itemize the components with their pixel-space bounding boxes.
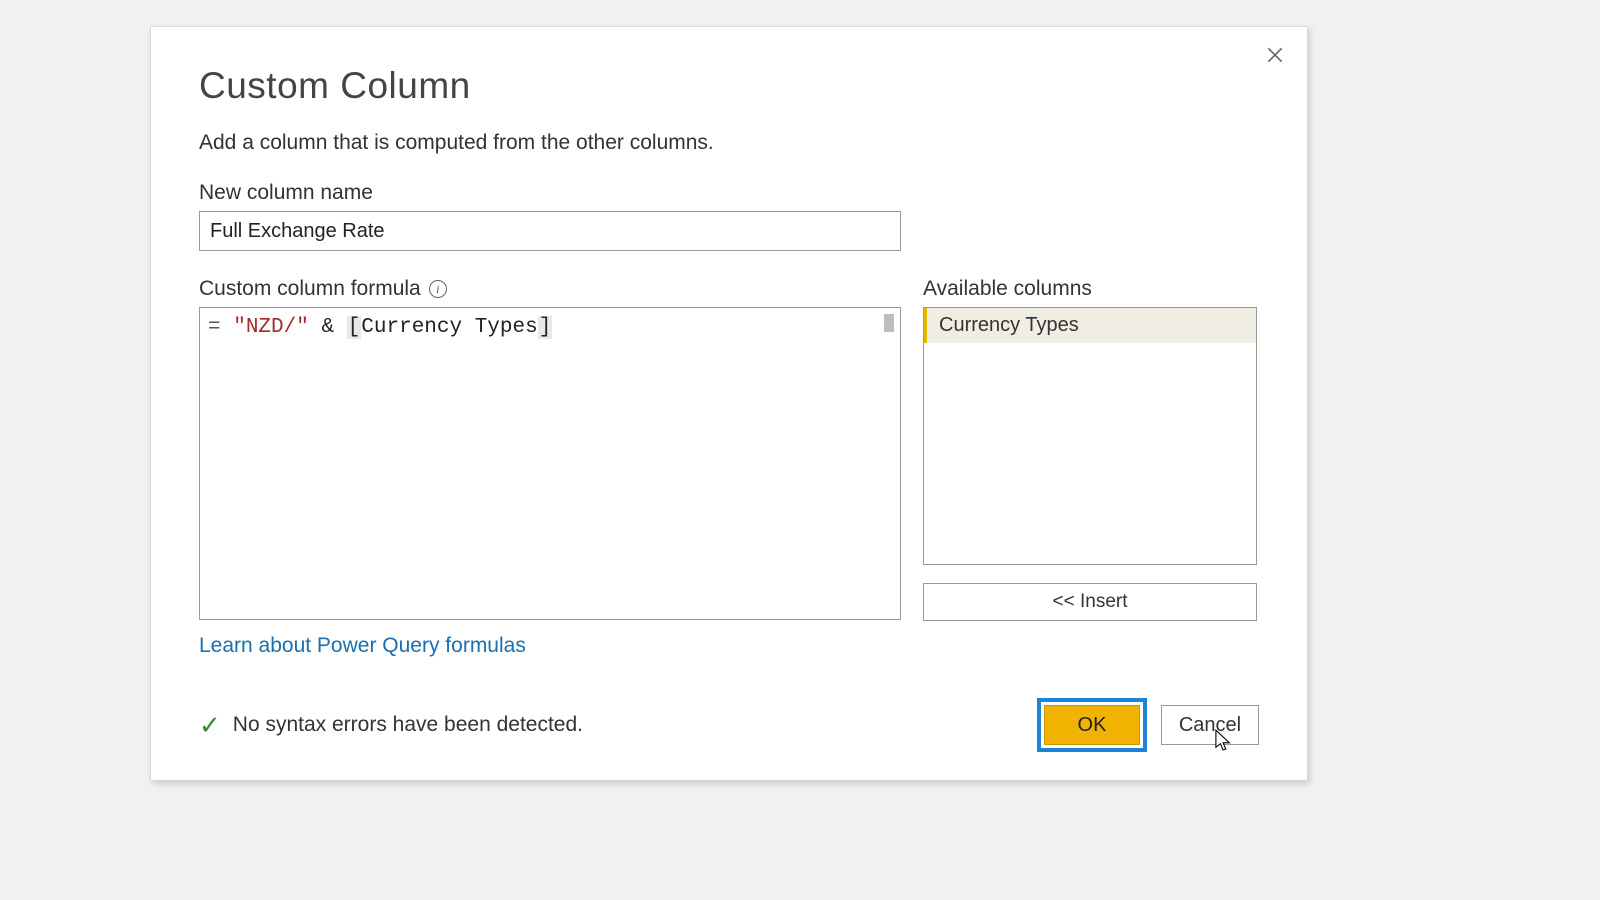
- formula-text: = "NZD/" & [Currency Types]: [208, 316, 552, 339]
- ok-button-highlight: OK: [1037, 698, 1147, 752]
- available-columns-list[interactable]: Currency Types: [923, 307, 1257, 565]
- scrollbar-thumb[interactable]: [884, 314, 894, 332]
- check-icon: ✓: [199, 710, 221, 741]
- custom-column-dialog: Custom Column Add a column that is compu…: [150, 26, 1308, 781]
- learn-link[interactable]: Learn about Power Query formulas: [199, 634, 526, 658]
- available-column-item[interactable]: Currency Types: [924, 308, 1256, 343]
- formula-label: Custom column formula i: [199, 277, 901, 301]
- info-icon[interactable]: i: [429, 280, 447, 298]
- available-columns-label: Available columns: [923, 277, 1257, 301]
- syntax-status: ✓ No syntax errors have been detected.: [199, 710, 583, 741]
- cancel-button[interactable]: Cancel: [1161, 705, 1259, 745]
- column-name-input[interactable]: [199, 211, 901, 251]
- button-row: OK Cancel: [1037, 698, 1259, 752]
- dialog-footer: ✓ No syntax errors have been detected. O…: [199, 698, 1259, 752]
- insert-button[interactable]: << Insert: [923, 583, 1257, 621]
- status-text: No syntax errors have been detected.: [233, 713, 583, 737]
- formula-label-text: Custom column formula: [199, 277, 421, 301]
- close-button[interactable]: [1261, 41, 1289, 69]
- dialog-subtitle: Add a column that is computed from the o…: [199, 131, 1259, 155]
- close-icon: [1265, 45, 1285, 65]
- ok-button[interactable]: OK: [1044, 705, 1140, 745]
- formula-editor[interactable]: = "NZD/" & [Currency Types]: [199, 307, 901, 620]
- column-name-label: New column name: [199, 181, 1259, 205]
- dialog-title: Custom Column: [199, 65, 1259, 107]
